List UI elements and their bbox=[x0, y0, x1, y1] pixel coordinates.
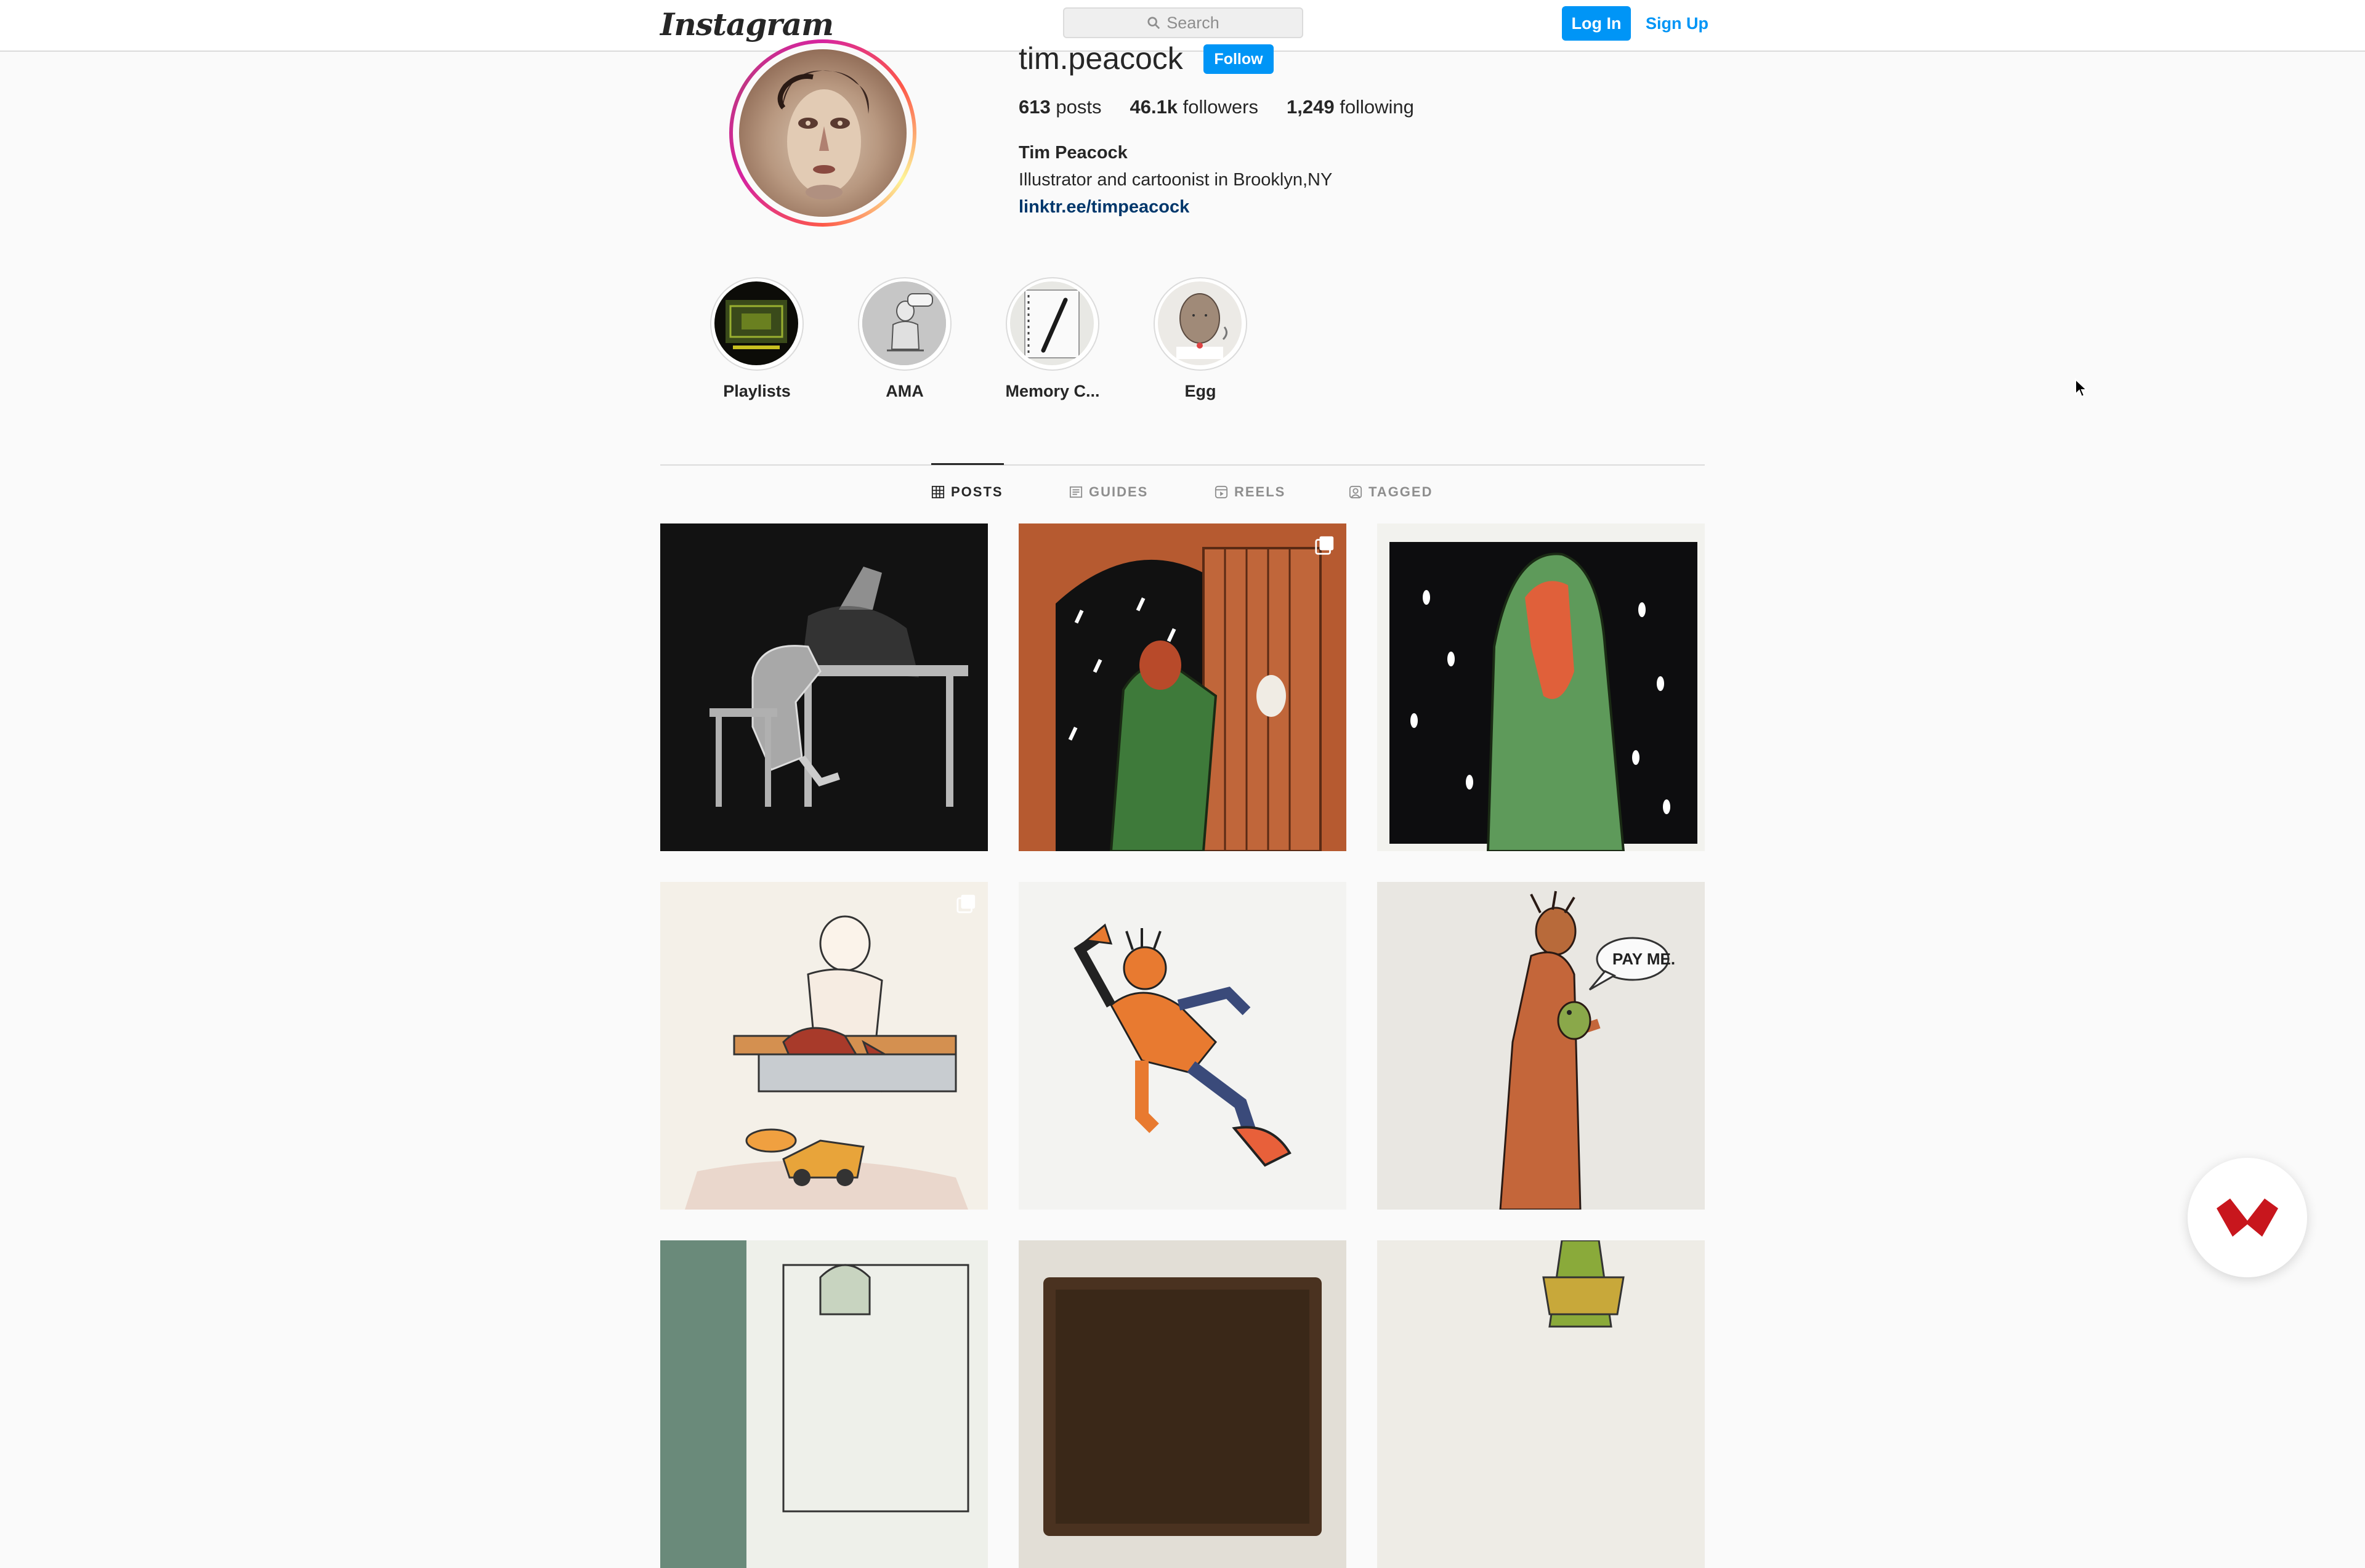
tab-label: REELS bbox=[1234, 484, 1286, 499]
active-tab-indicator bbox=[931, 463, 1004, 465]
highlight-label: Egg bbox=[1184, 382, 1216, 400]
reels-icon bbox=[1215, 485, 1228, 499]
profile-bio-link[interactable]: linktr.ee/timpeacock bbox=[1019, 197, 1189, 217]
post-thumbnail[interactable] bbox=[660, 882, 988, 1210]
search-icon bbox=[1147, 17, 1160, 30]
highlight-memory[interactable]: Memory C... bbox=[1000, 277, 1105, 401]
floating-extension-badge[interactable] bbox=[2188, 1158, 2307, 1277]
follow-button[interactable]: Follow bbox=[1203, 44, 1274, 74]
post-thumbnail[interactable] bbox=[1019, 882, 1346, 1210]
post-thumbnail[interactable] bbox=[1019, 1240, 1346, 1568]
highlight-ring bbox=[1006, 277, 1099, 371]
post-thumbnail[interactable]: PAY ME. bbox=[1377, 882, 1705, 1210]
highlight-cover bbox=[1158, 281, 1242, 365]
highlight-ring bbox=[858, 277, 952, 371]
tab-label: POSTS bbox=[951, 484, 1003, 499]
profile-stats: 613 posts 46.1k followers 1,249 followin… bbox=[1019, 96, 1442, 118]
log-in-button[interactable]: Log In bbox=[1562, 6, 1631, 41]
profile-bio: Illustrator and cartoonist in Brooklyn,N… bbox=[1019, 170, 1333, 190]
tab-label: GUIDES bbox=[1089, 484, 1149, 499]
search-input[interactable]: Search bbox=[1063, 7, 1303, 38]
instagram-logo[interactable]: Instagram bbox=[660, 6, 834, 42]
tab-tagged[interactable]: TAGGED bbox=[1349, 484, 1433, 500]
stat-count: 613 bbox=[1019, 96, 1051, 118]
mouse-cursor-icon bbox=[2075, 378, 2088, 398]
guide-icon bbox=[1069, 486, 1083, 498]
stat-label: following bbox=[1340, 96, 1414, 118]
profile-username: tim.peacock bbox=[1019, 41, 1183, 76]
tab-guides[interactable]: GUIDES bbox=[1069, 484, 1148, 500]
avatar-illustration bbox=[739, 49, 907, 217]
tab-posts[interactable]: POSTS bbox=[931, 484, 1003, 500]
highlight-ring bbox=[710, 277, 804, 371]
speech-bubble-text: PAY ME. bbox=[1612, 950, 1675, 968]
post-thumbnail[interactable] bbox=[1019, 523, 1346, 851]
post-thumbnail[interactable] bbox=[1377, 523, 1705, 851]
stat-following[interactable]: 1,249 following bbox=[1287, 96, 1414, 118]
tab-label: TAGGED bbox=[1368, 484, 1433, 499]
highlight-cover bbox=[862, 281, 946, 365]
tab-reels[interactable]: REELS bbox=[1215, 484, 1285, 500]
highlight-playlists[interactable]: Playlists bbox=[705, 277, 809, 401]
tagged-icon bbox=[1349, 485, 1362, 499]
stat-label: followers bbox=[1182, 96, 1258, 118]
highlight-ring bbox=[1154, 277, 1247, 371]
multiple-photos-icon bbox=[956, 894, 976, 913]
tab-divider bbox=[660, 464, 1705, 466]
stat-label: posts bbox=[1056, 96, 1102, 118]
highlight-cover bbox=[1010, 281, 1094, 365]
multiple-photos-icon bbox=[1315, 536, 1334, 555]
post-thumbnail[interactable] bbox=[660, 1240, 988, 1568]
highlight-label: Memory C... bbox=[1005, 382, 1100, 400]
profile-avatar[interactable] bbox=[729, 39, 916, 227]
highlight-cover bbox=[714, 281, 798, 365]
highlight-label: AMA bbox=[886, 382, 924, 400]
post-thumbnail[interactable] bbox=[660, 523, 988, 851]
stat-count: 1,249 bbox=[1287, 96, 1335, 118]
post-thumbnail[interactable] bbox=[1377, 1240, 1705, 1568]
search-placeholder: Search bbox=[1166, 13, 1219, 32]
stat-count: 46.1k bbox=[1130, 96, 1178, 118]
stat-posts: 613 posts bbox=[1019, 96, 1101, 118]
highlight-label: Playlists bbox=[723, 382, 791, 400]
grid-icon bbox=[931, 485, 945, 499]
stat-followers[interactable]: 46.1k followers bbox=[1130, 96, 1258, 118]
highlight-egg[interactable]: Egg bbox=[1148, 277, 1253, 401]
sign-up-link[interactable]: Sign Up bbox=[1646, 6, 1708, 41]
red-chevron-logo-icon bbox=[2217, 1198, 2278, 1237]
profile-full-name: Tim Peacock bbox=[1019, 143, 1128, 163]
highlight-ama[interactable]: AMA bbox=[852, 277, 957, 401]
